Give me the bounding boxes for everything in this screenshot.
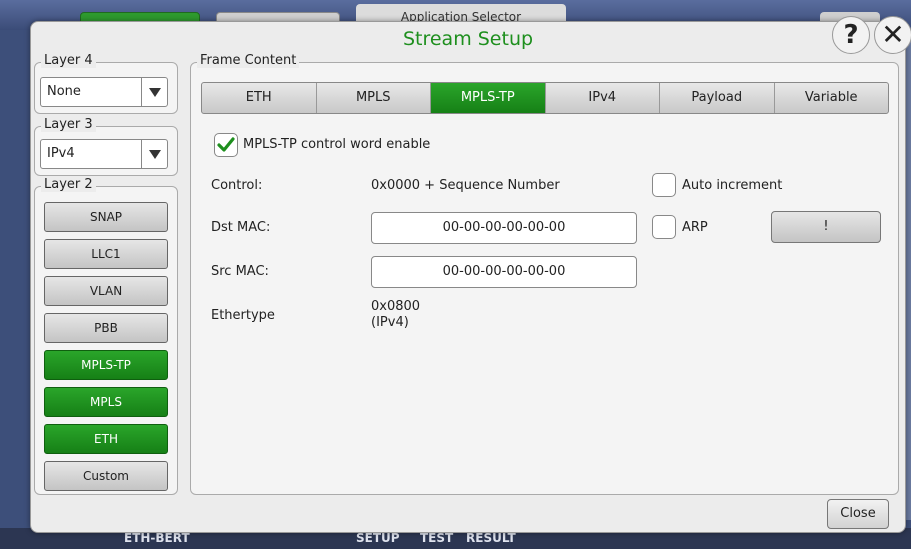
tab-mpls[interactable]: MPLS: [317, 83, 431, 113]
tab-eth[interactable]: ETH: [202, 83, 317, 113]
arp-button[interactable]: !: [771, 211, 881, 243]
control-word-label: MPLS-TP control word enable: [243, 137, 431, 152]
layer2-button-snap[interactable]: SNAP: [44, 202, 168, 232]
frame-content-legend: Frame Content: [197, 53, 300, 68]
control-word-checkbox[interactable]: [214, 133, 238, 157]
ethertype-name: (IPv4): [371, 315, 409, 330]
layer3-value: IPv4: [47, 146, 75, 161]
layer3-select[interactable]: IPv4: [40, 139, 168, 169]
layer2-button-pbb[interactable]: PBB: [44, 313, 168, 343]
help-button[interactable]: ?: [832, 16, 870, 54]
arp-label: ARP: [682, 220, 708, 235]
layer3-legend: Layer 3: [41, 117, 96, 132]
layer2-button-custom[interactable]: Custom: [44, 461, 168, 491]
control-label: Control:: [211, 178, 263, 193]
layer4-legend: Layer 4: [41, 53, 96, 68]
dst-mac-label: Dst MAC:: [211, 220, 271, 235]
bottom-tab-result[interactable]: RESULT: [466, 531, 516, 545]
checkmark-icon: [217, 137, 235, 152]
layer2-button-vlan[interactable]: VLAN: [44, 276, 168, 306]
control-value: 0x0000 + Sequence Number: [371, 178, 560, 193]
bottom-tab-test[interactable]: TEST: [420, 531, 453, 545]
auto-increment-checkbox[interactable]: [652, 173, 676, 197]
layer2-group: Layer 2 SNAP LLC1 VLAN PBB MPLS-TP MPLS …: [34, 177, 178, 495]
frame-content-tabs: ETH MPLS MPLS-TP IPv4 Payload Variable: [201, 82, 889, 114]
bottom-tab-setup[interactable]: SETUP: [356, 531, 400, 545]
src-mac-field[interactable]: 00-00-00-00-00-00: [371, 256, 637, 288]
ethertype-label: Ethertype: [211, 308, 275, 323]
layer4-select[interactable]: None: [40, 77, 168, 107]
tab-mpls-tp[interactable]: MPLS-TP: [431, 83, 546, 113]
stream-setup-dialog: Stream Setup ? ✕ Layer 4 None Layer 3 IP…: [30, 16, 911, 533]
layer3-group: Layer 3 IPv4: [34, 117, 178, 176]
arp-checkbox[interactable]: [652, 215, 676, 239]
ethertype-value: 0x0800: [371, 299, 421, 314]
frame-content-group: Frame Content ETH MPLS MPLS-TP IPv4 Payl…: [190, 53, 899, 495]
layer2-button-llc1[interactable]: LLC1: [44, 239, 168, 269]
layer4-group: Layer 4 None: [34, 53, 178, 114]
bottom-app-name: ETH-BERT: [124, 531, 190, 545]
dialog-title: Stream Setup: [402, 28, 534, 50]
layer2-legend: Layer 2: [41, 177, 96, 192]
src-mac-label: Src MAC:: [211, 264, 269, 279]
tab-variable[interactable]: Variable: [775, 83, 889, 113]
close-icon[interactable]: ✕: [874, 16, 911, 54]
layer2-button-mpls[interactable]: MPLS: [44, 387, 168, 417]
layer2-button-mpls-tp[interactable]: MPLS-TP: [44, 350, 168, 380]
layer4-value: None: [47, 84, 81, 99]
layer2-button-eth[interactable]: ETH: [44, 424, 168, 454]
dst-mac-field[interactable]: 00-00-00-00-00-00: [371, 212, 637, 244]
tab-ipv4[interactable]: IPv4: [546, 83, 660, 113]
chevron-down-icon: [141, 78, 167, 106]
auto-increment-label: Auto increment: [682, 178, 783, 193]
close-button[interactable]: Close: [827, 499, 889, 529]
chevron-down-icon: [141, 140, 167, 168]
tab-payload[interactable]: Payload: [660, 83, 775, 113]
